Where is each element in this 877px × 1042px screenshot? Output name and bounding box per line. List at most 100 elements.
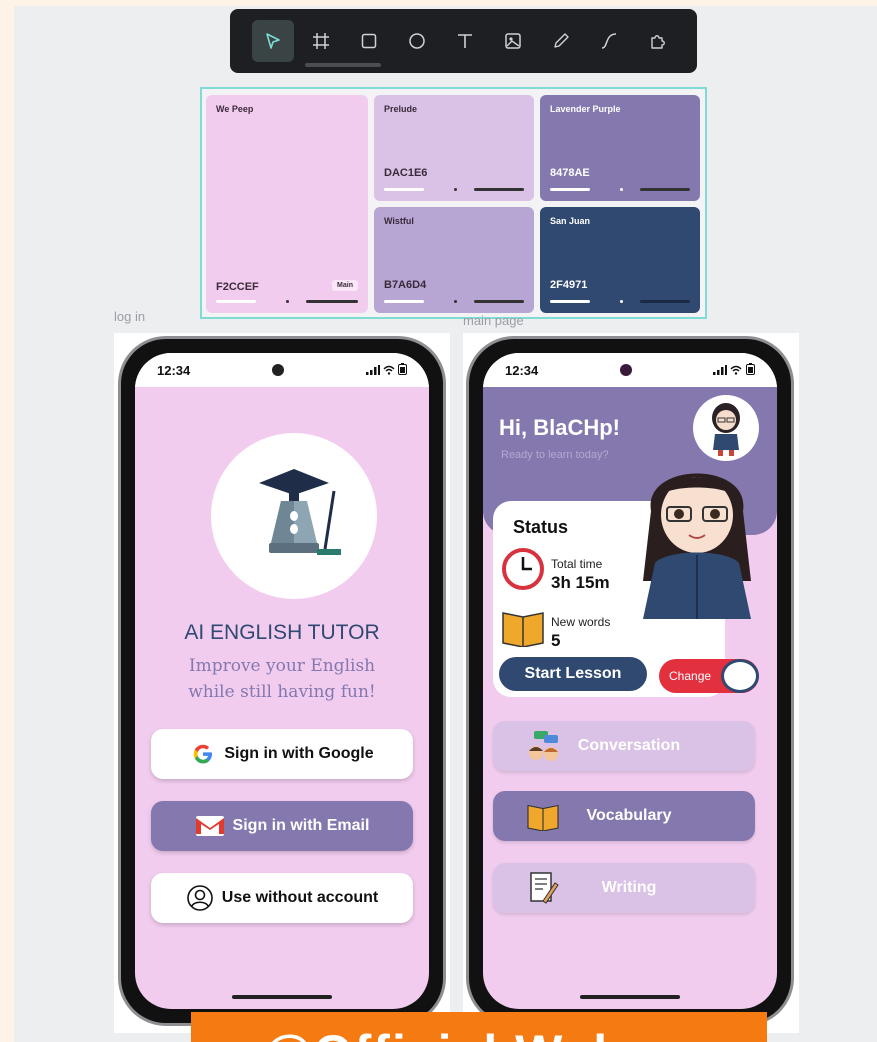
ai-tutor-logo-icon — [259, 469, 341, 555]
design-toolbar — [230, 9, 697, 73]
book-icon — [502, 612, 544, 647]
swatch-scale — [384, 300, 524, 303]
swatch-lavender-purple[interactable]: Lavender Purple 8478AE — [540, 95, 700, 201]
tagline-line-2: while still having fun! — [188, 682, 376, 702]
status-time: 12:34 — [505, 362, 539, 378]
new-words-value: 5 — [551, 631, 561, 650]
pen-tool[interactable] — [540, 20, 582, 62]
swatch-hex: B7A6D4 — [384, 279, 427, 291]
gmail-icon — [195, 816, 224, 836]
swatch-we-peep[interactable]: We Peep F2CCEF Main — [206, 95, 368, 313]
character-illustration — [643, 473, 751, 619]
total-time-value: 3h 15m — [551, 573, 610, 592]
change-avatar-button[interactable]: Change — [659, 659, 759, 693]
rectangle-tool[interactable] — [348, 20, 390, 62]
plugin-tool[interactable] — [636, 20, 678, 62]
main-tag: Main — [332, 280, 358, 291]
writing-icon — [523, 868, 563, 908]
status-icons — [365, 362, 407, 378]
vocabulary-label: Vocabulary — [586, 807, 672, 824]
sign-in-google-button[interactable]: Sign in with Google — [151, 729, 413, 779]
swatch-name: San Juan — [550, 216, 591, 226]
swatch-prelude[interactable]: Prelude DAC1E6 — [374, 95, 534, 201]
swatch-scale — [216, 300, 358, 303]
color-palette[interactable]: We Peep F2CCEF Main Prelude DAC1E6 Laven… — [200, 87, 707, 319]
google-icon — [194, 744, 213, 764]
image-icon — [505, 33, 521, 49]
login-frame-label[interactable]: log in — [114, 309, 145, 324]
swatch-scale — [550, 188, 690, 191]
swatch-name: Lavender Purple — [550, 104, 621, 114]
pen-icon — [554, 33, 569, 48]
battery-icon — [746, 362, 755, 375]
frame-tool[interactable] — [300, 20, 342, 62]
swatch-hex: DAC1E6 — [384, 167, 428, 179]
text-tool[interactable] — [444, 20, 486, 62]
greeting-subtitle: Ready to learn today? — [501, 449, 609, 461]
rectangle-icon — [361, 33, 377, 49]
swatch-scale — [550, 300, 690, 303]
status-title: Status — [513, 517, 569, 537]
chibi-avatar-icon — [712, 403, 740, 456]
sign-in-google-label: Sign in with Google — [224, 745, 374, 762]
select-tool[interactable] — [252, 20, 294, 62]
path-tool[interactable] — [588, 20, 630, 62]
plugin-icon — [651, 35, 665, 49]
swatch-hex: F2CCEF — [216, 281, 259, 293]
writing-button[interactable]: Writing — [493, 863, 755, 913]
camera-icon — [619, 364, 632, 376]
swatch-name: We Peep — [216, 104, 254, 114]
ellipse-tool[interactable] — [396, 20, 438, 62]
clock-icon — [502, 548, 544, 590]
app-tagline: Improve your English while still having … — [135, 653, 429, 705]
tagline-line-1: Improve your English — [188, 656, 376, 676]
swatch-san-juan[interactable]: San Juan 2F4971 — [540, 207, 700, 313]
image-tool[interactable] — [492, 20, 534, 62]
banner-text: @Official Web — [263, 1024, 626, 1042]
login-screen: 12:34 AI ENGLISH TUTOR Improve your Engl… — [135, 353, 429, 1009]
user-circle-icon — [186, 885, 213, 911]
start-lesson-button[interactable]: Start Lesson — [499, 657, 647, 691]
wifi-icon — [383, 365, 395, 375]
camera-icon — [272, 364, 285, 376]
swatch-hex: 2F4971 — [550, 279, 588, 291]
app-logo — [211, 433, 377, 599]
home-indicator — [580, 995, 680, 999]
main-frame-label[interactable]: main page — [463, 313, 524, 328]
vocabulary-button[interactable]: Vocabulary — [493, 791, 755, 841]
wifi-icon — [730, 365, 742, 375]
frame-icon — [313, 33, 329, 49]
login-phone: 12:34 AI ENGLISH TUTOR Improve your Engl… — [118, 336, 446, 1026]
change-label: Change — [669, 669, 712, 683]
new-words-label: New words — [551, 615, 611, 629]
total-time-label: Total time — [551, 557, 603, 571]
sign-in-email-label: Sign in with Email — [232, 817, 370, 834]
ellipse-icon — [409, 33, 425, 49]
swatch-hex: 8478AE — [550, 167, 590, 179]
toolbar-drag-handle[interactable] — [305, 63, 381, 67]
path-icon — [601, 33, 617, 49]
main-phone: 12:34 Hi, BlaCHp! Ready to learn today? — [466, 336, 794, 1026]
use-without-account-label: Use without account — [221, 889, 379, 906]
home-indicator — [232, 995, 332, 999]
battery-icon — [398, 362, 407, 375]
signal-icon — [712, 364, 727, 375]
status-bar: 12:34 — [135, 353, 429, 387]
sign-in-email-button[interactable]: Sign in with Email — [151, 801, 413, 851]
text-icon — [458, 34, 472, 48]
use-without-account-button[interactable]: Use without account — [151, 873, 413, 923]
vocabulary-icon — [523, 796, 563, 836]
status-time: 12:34 — [157, 362, 191, 378]
swatch-wistful[interactable]: Wistful B7A6D4 — [374, 207, 534, 313]
conversation-icon — [523, 726, 563, 766]
greeting-title: Hi, BlaCHp! — [499, 415, 620, 440]
status-icons — [712, 362, 755, 378]
status-bar: 12:34 — [483, 353, 777, 387]
app-title: AI ENGLISH TUTOR — [184, 621, 380, 644]
conversation-label: Conversation — [577, 737, 681, 754]
conversation-button[interactable]: Conversation — [493, 721, 755, 771]
watermark-banner: @Official Web — [191, 1012, 767, 1042]
change-avatar-icon — [721, 659, 759, 693]
main-screen: 12:34 Hi, BlaCHp! Ready to learn today? — [483, 353, 777, 1009]
select-icon — [266, 33, 280, 49]
